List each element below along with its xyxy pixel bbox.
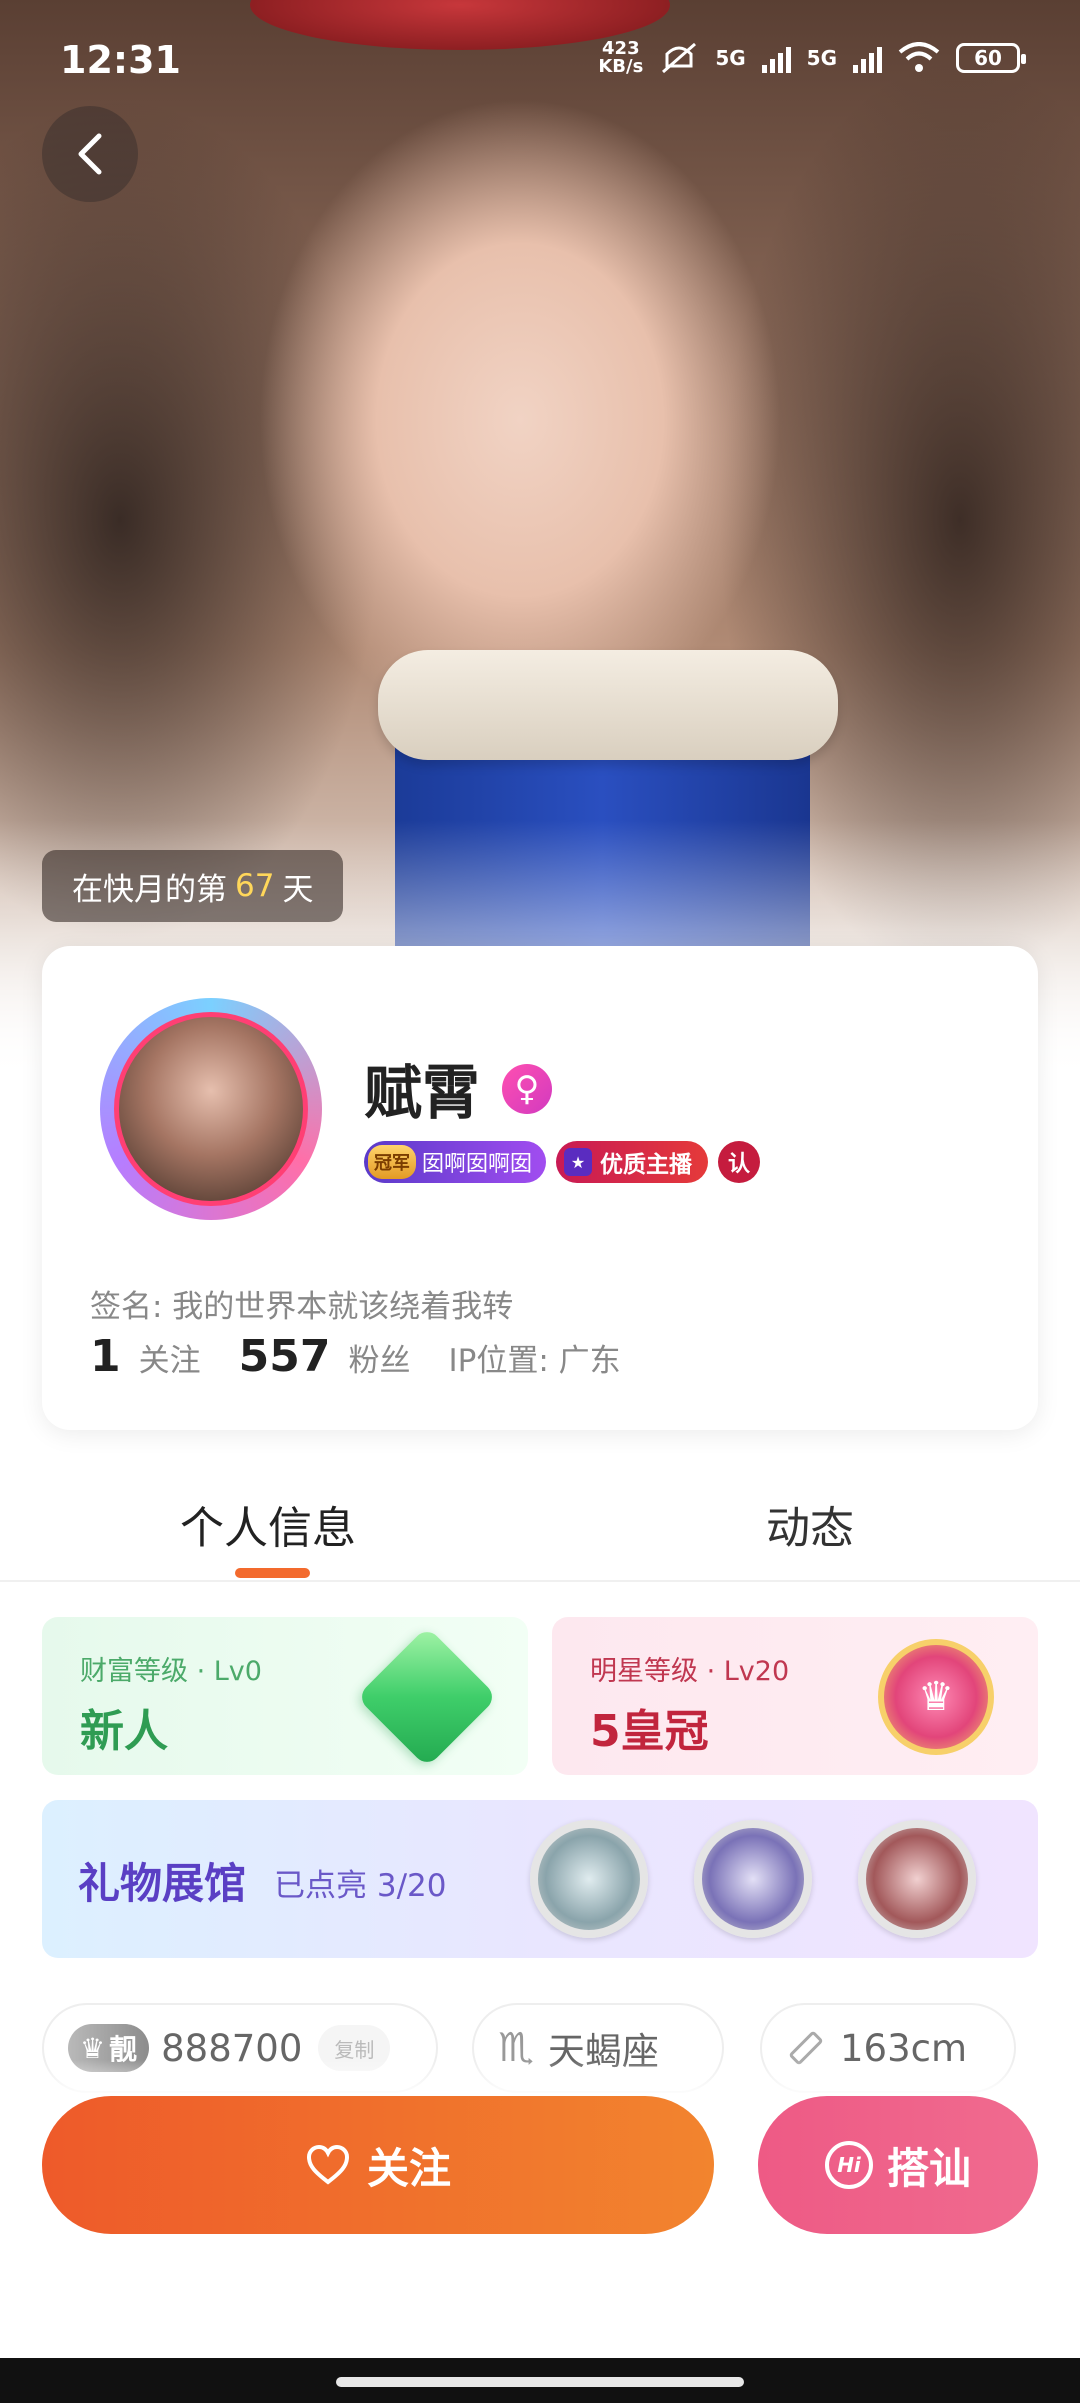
home-gesture-handle[interactable] — [336, 2377, 744, 2387]
fans-count[interactable]: 557 — [239, 1331, 331, 1382]
verified-badge[interactable]: 认 — [718, 1141, 761, 1183]
chat-bubble-icon: Hi — [824, 2141, 873, 2189]
signature-text: 签名: 我的世界本就该绕着我转 — [90, 1289, 514, 1325]
back-button[interactable] — [42, 106, 138, 202]
gift-hall-title: 礼物展馆 — [78, 1859, 247, 1908]
wealth-level-card[interactable]: 财富等级 · Lv0 新人 — [42, 1617, 528, 1775]
gift-medal-icon — [858, 1820, 976, 1938]
follow-stats: 1 关注 557 粉丝 IP位置: 广东 — [90, 1331, 621, 1382]
membership-days-badge: 在快月的第 67 天 — [42, 850, 344, 922]
guard-tag: 冠军 — [368, 1145, 416, 1179]
wealth-level-value: 新人 — [80, 1706, 168, 1757]
active-tab-indicator — [235, 1568, 310, 1578]
network-type-1: 5G — [715, 46, 746, 70]
badge-row: 冠军 囡啊囡啊囡 ★ 优质主播 认 — [364, 1141, 761, 1183]
user-name: 赋霄 — [364, 1059, 481, 1127]
gift-hall-progress: 已点亮 3/20 — [274, 1868, 447, 1904]
follow-button[interactable]: 关注 — [42, 2096, 714, 2234]
gift-medal-icon — [694, 1820, 812, 1938]
tab-moments[interactable]: 动态 — [766, 1492, 854, 1556]
avatar-image — [114, 1012, 308, 1206]
profile-card: 赋霄 ♀ 冠军 囡啊囡啊囡 ★ 优质主播 认 签名: 我的世界本就该绕着我转 1… — [42, 946, 1038, 1430]
heart-icon — [306, 2144, 349, 2185]
star-level-label: 明星等级 · Lv20 — [590, 1656, 790, 1687]
quality-streamer-badge[interactable]: ★ 优质主播 — [556, 1141, 709, 1183]
avatar[interactable] — [100, 998, 322, 1220]
status-time: 12:31 — [60, 38, 181, 82]
network-type-2: 5G — [806, 46, 837, 70]
cup-lid — [378, 650, 838, 760]
fans-label[interactable]: 粉丝 — [348, 1335, 410, 1380]
star-level-value: 5皇冠 — [590, 1706, 709, 1757]
following-count[interactable]: 1 — [90, 1331, 121, 1382]
battery-icon: 60 — [956, 43, 1026, 73]
profile-tabs: 个人信息 动态 — [0, 1440, 1080, 1582]
days-count: 67 — [235, 868, 275, 904]
guard-badge[interactable]: 冠军 囡啊囡啊囡 — [364, 1141, 547, 1183]
status-icons: 423 KB/s 5G 5G 60 — [598, 38, 1026, 77]
signal-1-icon — [761, 43, 791, 73]
female-icon: ♀ — [502, 1064, 552, 1114]
wealth-level-label: 财富等级 · Lv0 — [80, 1656, 262, 1687]
following-label[interactable]: 关注 — [139, 1335, 201, 1380]
gift-medal-icon — [530, 1820, 648, 1938]
status-bar: 12:31 423 KB/s 5G 5G 60 — [0, 0, 1080, 120]
chevron-left-icon — [78, 133, 102, 175]
gift-hall-card[interactable]: 礼物展馆 已点亮 3/20 — [42, 1800, 1038, 1958]
wifi-icon — [898, 42, 940, 72]
star-level-card[interactable]: 明星等级 · Lv20 5皇冠 ♛ — [552, 1617, 1038, 1775]
crown-icon: ♛ — [878, 1639, 994, 1755]
signal-2-icon — [853, 43, 882, 73]
pills-fade — [0, 2060, 1080, 2100]
network-speed: 423 KB/s — [598, 38, 644, 77]
ip-location: IP位置: 广东 — [448, 1343, 621, 1379]
chat-button[interactable]: Hi 搭讪 — [758, 2096, 1038, 2234]
diamond-icon — [356, 1626, 498, 1768]
mute-icon — [662, 42, 697, 74]
shield-icon: ★ — [564, 1148, 593, 1176]
tab-personal-info[interactable]: 个人信息 — [180, 1492, 356, 1556]
guard-name: 囡啊囡啊囡 — [422, 1152, 533, 1177]
